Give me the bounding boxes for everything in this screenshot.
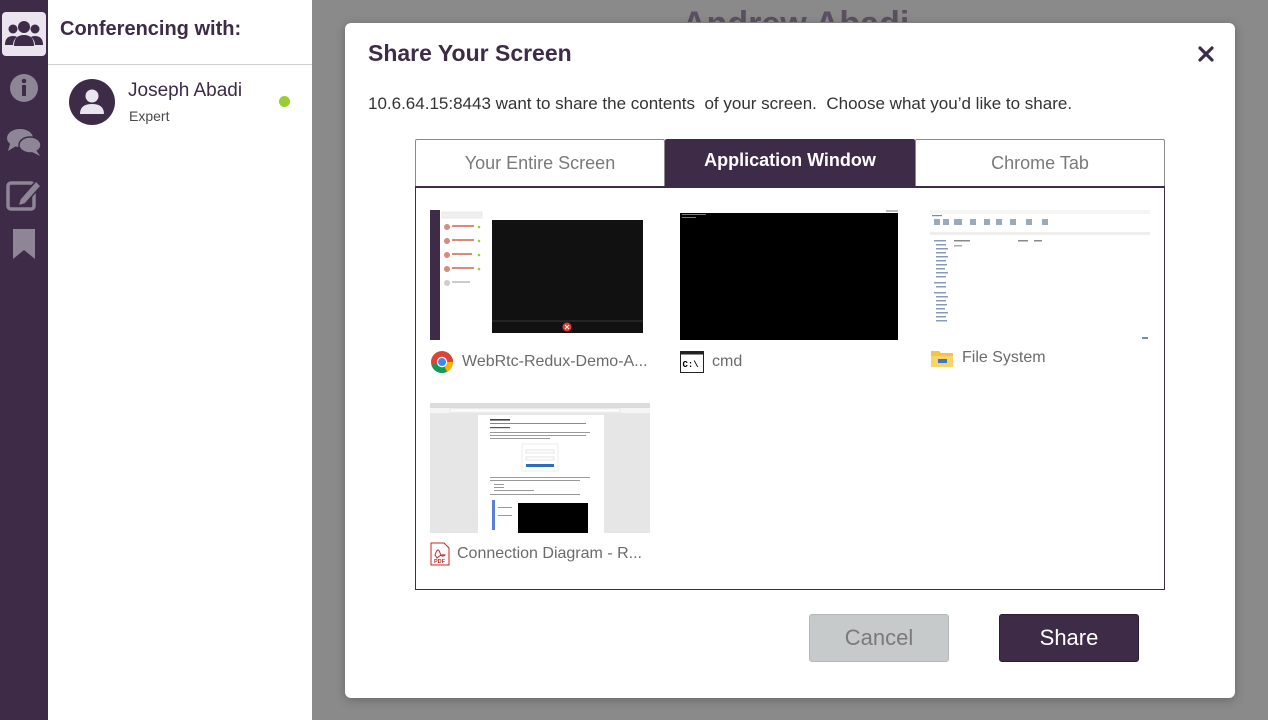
conferencing-panel: Conferencing with: Joseph Abadi Expert (48, 0, 312, 720)
avatar[interactable] (69, 79, 115, 125)
window-label: PDF Connection Diagram - R... (430, 542, 642, 566)
window-title: WebRtc-Redux-Demo-A... (462, 353, 648, 370)
dialog-message: 10.6.64.15:8443 want to share the conten… (368, 94, 1073, 113)
tab-chrome-tab[interactable]: Chrome Tab (915, 139, 1165, 187)
info-icon[interactable] (2, 66, 46, 110)
app-rail (0, 0, 48, 720)
window-thumbnail (930, 210, 1150, 340)
participant-name[interactable]: Joseph Abadi (128, 80, 242, 102)
panel-divider (48, 64, 312, 65)
window-label: WebRtc-Redux-Demo-A... (430, 350, 648, 374)
close-icon (1198, 46, 1214, 62)
users-icon[interactable] (2, 12, 46, 56)
edit-icon[interactable] (2, 172, 46, 216)
window-item[interactable]: PDF Connection Diagram - R... (430, 403, 652, 573)
window-item[interactable]: C:\ cmd (680, 210, 902, 380)
tab-entire-screen[interactable]: Your Entire Screen (415, 139, 665, 187)
close-button[interactable] (1195, 43, 1217, 65)
share-button[interactable]: Share (999, 614, 1139, 662)
chrome-icon (430, 350, 454, 374)
tab-application-window[interactable]: Application Window (665, 139, 915, 186)
pdf-icon: PDF (430, 542, 450, 566)
window-item[interactable]: WebRtc-Redux-Demo-A... (430, 210, 652, 380)
dialog-title: Share Your Screen (368, 40, 572, 66)
online-status-indicator (279, 96, 290, 107)
window-title: Connection Diagram - R... (457, 545, 642, 562)
bookmark-icon[interactable] (2, 222, 46, 266)
window-thumbnail (430, 210, 650, 340)
person-icon (80, 89, 104, 114)
window-title: File System (962, 349, 1046, 366)
cmd-icon: C:\ (680, 350, 704, 374)
share-tabs: Your Entire Screen Application Window Ch… (415, 139, 1165, 187)
window-thumbnail (680, 210, 900, 340)
window-label: File System (930, 346, 1046, 370)
window-label: C:\ cmd (680, 350, 742, 374)
folder-icon (930, 346, 954, 370)
window-thumbnail (430, 403, 650, 533)
svg-text:C:\: C:\ (683, 360, 700, 370)
cancel-button[interactable]: Cancel (809, 614, 949, 662)
window-item[interactable]: File System (930, 210, 1152, 380)
svg-text:PDF: PDF (434, 559, 446, 565)
panel-title: Conferencing with: (60, 18, 242, 40)
share-screen-dialog: Share Your Screen 10.6.64.15:8443 want t… (345, 23, 1235, 698)
chat-icon[interactable] (2, 120, 46, 164)
window-title: cmd (712, 353, 743, 370)
participant-role: Expert (129, 108, 170, 124)
window-list: WebRtc-Redux-Demo-A... C:\ cmd File Syst… (415, 186, 1165, 590)
background-heading: Andrew Abadi (682, 4, 909, 22)
